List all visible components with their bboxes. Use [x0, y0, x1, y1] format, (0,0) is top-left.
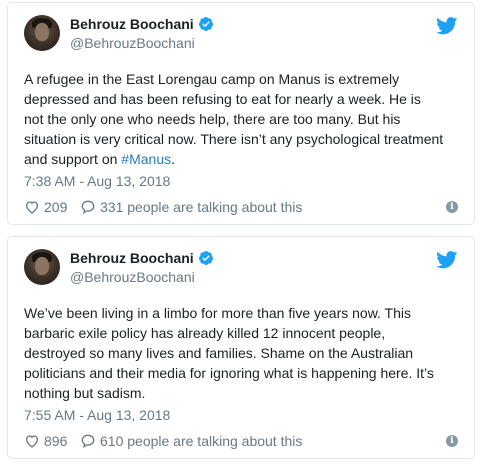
- tweet-card[interactable]: Behrouz Boochani @BehrouzBoochani A refu…: [7, 2, 475, 225]
- talking-link[interactable]: 610 people are talking about this: [80, 433, 302, 449]
- author-name[interactable]: Behrouz Boochani: [70, 16, 194, 32]
- talking-count: 610 people are talking about this: [100, 433, 303, 449]
- heart-icon: [25, 435, 39, 448]
- heart-icon: [25, 201, 39, 214]
- tweet-header: Behrouz Boochani @BehrouzBoochani: [24, 15, 458, 55]
- like-count: 209: [44, 199, 68, 215]
- tweet-timestamp[interactable]: 7:38 AM - Aug 13, 2018: [24, 173, 170, 189]
- avatar[interactable]: [24, 249, 60, 285]
- like-count: 896: [44, 433, 68, 449]
- info-icon[interactable]: i: [446, 435, 458, 447]
- like-button[interactable]: 209: [24, 199, 67, 215]
- avatar[interactable]: [24, 15, 60, 51]
- info-icon[interactable]: i: [446, 201, 458, 213]
- twitter-bird-icon[interactable]: [436, 17, 458, 35]
- speech-bubble-icon: [81, 434, 95, 449]
- like-button[interactable]: 896: [24, 433, 67, 449]
- author-handle[interactable]: @BehrouzBoochani: [70, 35, 195, 51]
- tweet-text: We’ve been living in a limbo for more th…: [24, 305, 434, 401]
- author-handle[interactable]: @BehrouzBoochani: [70, 269, 195, 285]
- twitter-bird-icon[interactable]: [436, 251, 458, 269]
- verified-badge-icon: [198, 17, 213, 31]
- tweet-footer: 209 331 people are talking about this i: [24, 199, 458, 219]
- talking-link[interactable]: 331 people are talking about this: [80, 199, 302, 215]
- tweet-card[interactable]: Behrouz Boochani @BehrouzBoochani We’ve …: [7, 236, 475, 459]
- author-name[interactable]: Behrouz Boochani: [70, 250, 194, 266]
- author-name-row[interactable]: Behrouz Boochani: [70, 250, 214, 266]
- tweet-timestamp[interactable]: 7:55 AM - Aug 13, 2018: [24, 407, 170, 423]
- author-name-row[interactable]: Behrouz Boochani: [70, 16, 214, 32]
- speech-bubble-icon: [81, 200, 95, 215]
- tweet-footer: 896 610 people are talking about this i: [24, 433, 458, 453]
- tweet-header: Behrouz Boochani @BehrouzBoochani: [24, 249, 458, 289]
- hashtag-link[interactable]: #Manus: [121, 151, 171, 167]
- verified-badge-icon: [198, 251, 213, 265]
- talking-count: 331 people are talking about this: [100, 199, 303, 215]
- tweet-text: A refugee in the East Lorengau camp on M…: [24, 71, 444, 167]
